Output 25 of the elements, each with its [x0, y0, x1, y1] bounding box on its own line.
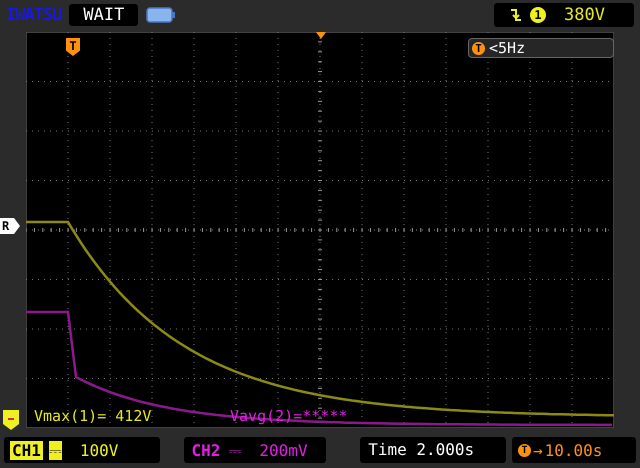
channel-scale: 200mV: [259, 440, 308, 460]
acquisition-status: WAIT: [69, 4, 138, 26]
frequency-value: <5Hz: [489, 39, 526, 57]
trigger-level: 380V: [564, 5, 605, 25]
trigger-badge: T: [518, 444, 531, 456]
ground-marker-icon: [3, 410, 19, 430]
brand-logo: IWATSU: [6, 5, 62, 25]
channel-label: CH2: [190, 440, 222, 460]
coupling-symbol: ⎓: [48, 440, 62, 460]
trigger-source-badge: 1: [530, 7, 546, 23]
arrow-symbol: →: [532, 440, 543, 460]
channel-label: CH1: [10, 440, 43, 460]
measurement-readout: Vmax(1)= 412V: [34, 407, 152, 425]
falling-edge-icon: [510, 8, 522, 22]
trigger-badge: T: [472, 42, 485, 54]
channel-panel[interactable]: CH1 ⎓ 100V: [4, 437, 160, 463]
timebase-readout[interactable]: Time 2.000s: [360, 437, 506, 463]
trigger-delay: 10.00s: [544, 440, 602, 460]
trigger-position-icon: [316, 32, 326, 39]
channel-panel[interactable]: CH2 ⎓ 200mV: [184, 437, 326, 463]
level-marker: R: [0, 218, 20, 234]
channel-scale: 100V: [80, 440, 118, 460]
battery-icon: [146, 7, 176, 23]
coupling-symbol: ⎓: [228, 440, 242, 460]
trigger-position-panel[interactable]: T →10.00s: [512, 437, 636, 463]
